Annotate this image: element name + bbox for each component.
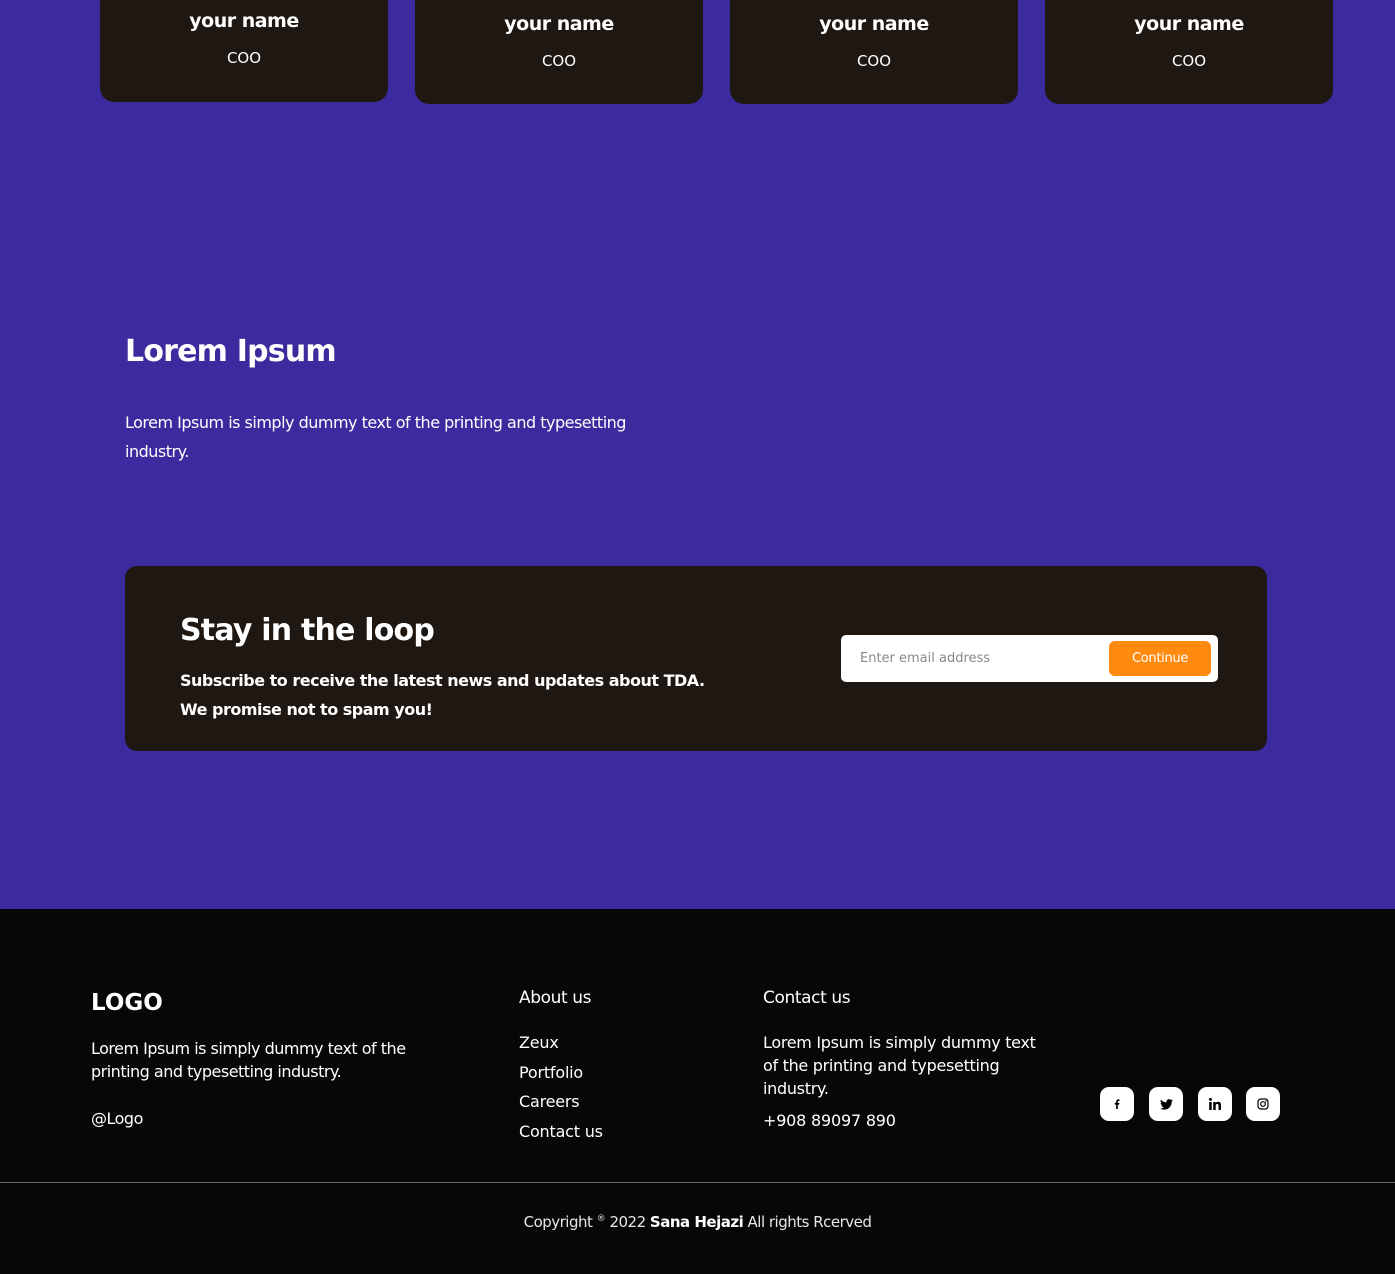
team-card: your name COO bbox=[415, 0, 703, 104]
contact-description: Lorem Ipsum is simply dummy text of the … bbox=[763, 1033, 1036, 1098]
footer: LOGO Lorem Ipsum is simply dummy text of… bbox=[0, 909, 1395, 1274]
team-member-name: your name bbox=[819, 13, 929, 35]
team-member-name: your name bbox=[189, 10, 299, 32]
twitter-icon[interactable] bbox=[1149, 1087, 1183, 1121]
copyright-prefix: Copyright bbox=[523, 1213, 593, 1231]
facebook-icon[interactable] bbox=[1100, 1087, 1134, 1121]
registered-mark: ® bbox=[596, 1214, 606, 1224]
about-us-heading: About us bbox=[519, 988, 592, 1008]
footer-link-zeux[interactable]: Zeux bbox=[519, 1030, 603, 1060]
footer-logo: LOGO bbox=[91, 990, 163, 1016]
team-card: your name COO bbox=[100, 0, 388, 102]
newsletter-line-2: We promise not to spam you! bbox=[180, 700, 433, 719]
contact-phone: +908 89097 890 bbox=[763, 1111, 896, 1130]
newsletter-box: Stay in the loop Subscribe to receive th… bbox=[125, 566, 1267, 751]
footer-divider bbox=[0, 1182, 1395, 1183]
footer-handle: @Logo bbox=[91, 1109, 143, 1128]
continue-button[interactable]: Continue bbox=[1109, 641, 1211, 676]
footer-description: Lorem Ipsum is simply dummy text of the … bbox=[91, 1039, 406, 1081]
section-description: Lorem Ipsum is simply dummy text of the … bbox=[125, 413, 626, 461]
footer-link-portfolio[interactable]: Portfolio bbox=[519, 1060, 603, 1090]
team-member-role: COO bbox=[856, 52, 892, 70]
newsletter-subtitle: Subscribe to receive the latest news and… bbox=[180, 666, 740, 724]
about-links: Zeux Portfolio Careers Contact us bbox=[519, 1030, 603, 1149]
team-card: your name COO bbox=[1045, 0, 1333, 104]
newsletter-line-1: Subscribe to receive the latest news and… bbox=[180, 671, 705, 690]
newsletter-title: Stay in the loop bbox=[180, 613, 435, 648]
copyright: Copyright ® 2022 Sana Hejazi All rights … bbox=[0, 1213, 1395, 1231]
copyright-name: Sana Hejazi bbox=[649, 1213, 744, 1231]
copyright-suffix: All rights Rcerved bbox=[747, 1213, 872, 1231]
team-member-role: COO bbox=[226, 49, 262, 67]
section-title: Lorem Ipsum bbox=[125, 334, 337, 369]
instagram-icon[interactable] bbox=[1246, 1087, 1280, 1121]
copyright-year: 2022 bbox=[609, 1213, 646, 1231]
team-member-name: your name bbox=[1134, 13, 1244, 35]
contact-us-heading: Contact us bbox=[763, 988, 851, 1008]
email-form: Continue bbox=[841, 635, 1218, 682]
email-input[interactable] bbox=[853, 643, 1093, 674]
footer-link-contact-us[interactable]: Contact us bbox=[519, 1119, 603, 1149]
team-member-role: COO bbox=[1171, 52, 1207, 70]
footer-link-careers[interactable]: Careers bbox=[519, 1089, 603, 1119]
team-card: your name COO bbox=[730, 0, 1018, 104]
team-member-role: COO bbox=[541, 52, 577, 70]
linkedin-icon[interactable] bbox=[1198, 1087, 1232, 1121]
team-member-name: your name bbox=[504, 13, 614, 35]
team-and-newsletter-section: your name COO your name COO your name CO… bbox=[0, 0, 1395, 909]
